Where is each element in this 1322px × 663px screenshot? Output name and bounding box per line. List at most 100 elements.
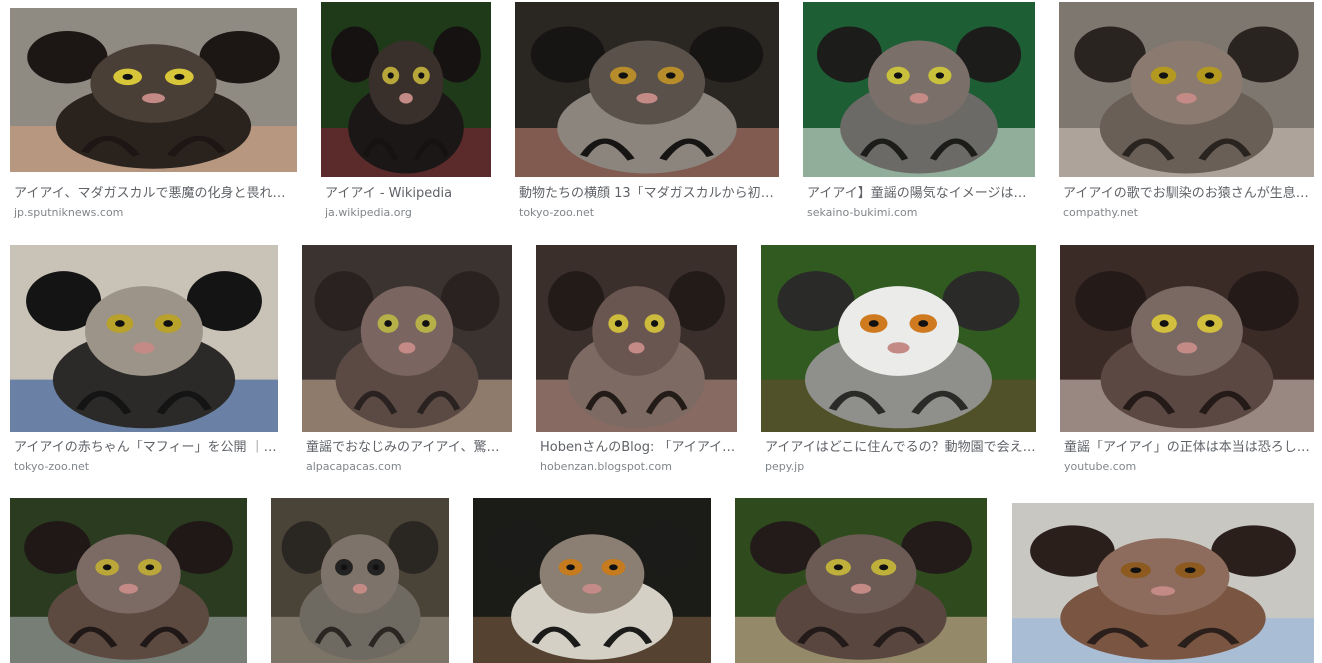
result-source[interactable]: compathy.net [1063, 206, 1314, 220]
animal-nose [628, 342, 645, 354]
animal-nose [399, 93, 413, 104]
animal-right-pupil [163, 320, 173, 327]
result-title[interactable]: アイアイの歌でお馴染のお猿さんが生息地… [1063, 186, 1314, 202]
result-tile[interactable] [10, 498, 247, 663]
result-tile[interactable]: 動物たちの横顔 13「マダガスカルから初来… tokyo-zoo.net [515, 2, 779, 222]
result-thumbnail[interactable] [1060, 245, 1314, 432]
result-tile[interactable]: アイアイ - Wikipedia ja.wikipedia.org [321, 2, 491, 222]
result-thumbnail[interactable] [803, 2, 1035, 177]
aye-aye-photo [1012, 503, 1314, 663]
result-thumbnail[interactable] [515, 2, 779, 177]
animal-left-pupil [387, 72, 394, 79]
result-title[interactable]: アイアイはどこに住んでるの？動物園で会え… [765, 440, 1036, 456]
animal-head [539, 534, 645, 614]
result-thumbnail[interactable] [761, 245, 1036, 432]
result-title[interactable]: アイアイの赤ちゃん「マフィー」を公開 ｜ … [14, 440, 278, 456]
animal-left-pupil [1159, 320, 1169, 327]
animal-left-pupil [1158, 72, 1169, 79]
result-tile[interactable]: アイアイ】童謡の陽気なイメージは間… sekaino-bukimi.com [803, 2, 1035, 222]
result-tile[interactable] [1012, 503, 1314, 663]
result-title[interactable]: 童謡でおなじみのアイアイ、驚愕… [306, 440, 512, 456]
result-tile[interactable]: HobenさんのBlog: 「アイアイお… hobenzan.blogspot.… [536, 245, 737, 475]
result-source[interactable]: pepy.jp [765, 460, 1036, 474]
aye-aye-photo [271, 498, 449, 663]
animal-head [320, 534, 400, 614]
result-tile[interactable]: 童謡でおなじみのアイアイ、驚愕… alpacapacas.com [302, 245, 512, 475]
animal-right-pupil [1204, 72, 1215, 79]
result-source[interactable]: jp.sputniknews.com [14, 206, 297, 220]
animal-right-pupil [1184, 567, 1196, 574]
result-tile[interactable]: 童謡「アイアイ」の正体は本当は恐ろしい… youtube.com [1060, 245, 1314, 475]
animal-head [592, 286, 681, 376]
result-thumbnail[interactable] [473, 498, 711, 663]
result-thumbnail[interactable] [1012, 503, 1314, 663]
result-source[interactable]: tokyo-zoo.net [14, 460, 278, 474]
result-source[interactable]: youtube.com [1064, 460, 1314, 474]
animal-right-pupil [174, 73, 185, 80]
animal-head [1131, 286, 1243, 376]
animal-head [1096, 538, 1230, 615]
animal-head [368, 40, 444, 125]
aye-aye-photo [761, 245, 1036, 432]
result-tile[interactable] [271, 498, 449, 663]
result-source[interactable]: alpacapacas.com [306, 460, 512, 474]
result-thumbnail[interactable] [735, 498, 987, 663]
result-thumbnail[interactable] [10, 8, 297, 172]
aye-aye-photo [735, 498, 987, 663]
aye-aye-photo [10, 245, 278, 432]
result-tile[interactable]: アイアイの歌でお馴染のお猿さんが生息地… compathy.net [1059, 2, 1314, 222]
animal-right-pupil [1205, 320, 1215, 327]
animal-head [360, 286, 454, 376]
result-thumbnail[interactable] [271, 498, 449, 663]
aye-aye-photo [1060, 245, 1314, 432]
result-title[interactable]: アイアイ - Wikipedia [325, 186, 491, 202]
result-thumbnail[interactable] [10, 245, 278, 432]
animal-right-pupil [666, 72, 676, 79]
result-tile[interactable] [473, 498, 711, 663]
animal-nose [909, 93, 929, 104]
result-title[interactable]: アイアイ】童謡の陽気なイメージは間… [807, 186, 1035, 202]
animal-nose [1150, 586, 1176, 596]
animal-nose [636, 93, 658, 104]
result-source[interactable]: hobenzan.blogspot.com [540, 460, 737, 474]
animal-left-pupil [384, 320, 392, 327]
result-title[interactable]: 童謡「アイアイ」の正体は本当は恐ろしい… [1064, 440, 1314, 456]
animal-nose [582, 583, 602, 594]
animal-right-pupil [609, 564, 618, 571]
animal-right-pupil [422, 320, 430, 327]
animal-nose [119, 583, 138, 594]
aye-aye-photo [515, 2, 779, 177]
animal-right-pupil [935, 72, 945, 79]
animal-head [838, 286, 959, 376]
result-tile[interactable] [735, 498, 987, 663]
result-thumbnail[interactable] [321, 2, 491, 177]
result-source[interactable]: tokyo-zoo.net [519, 206, 779, 220]
result-title[interactable]: HobenさんのBlog: 「アイアイお… [540, 440, 737, 456]
aye-aye-photo [321, 2, 491, 177]
animal-right-pupil [145, 564, 155, 571]
result-thumbnail[interactable] [536, 245, 737, 432]
result-tile[interactable]: アイアイ、マダガスカルで悪魔の化身と畏れら… jp.sputniknews.co… [10, 8, 297, 222]
aye-aye-photo [10, 498, 247, 663]
animal-right-pupil [879, 564, 889, 571]
result-thumbnail[interactable] [10, 498, 247, 663]
result-thumbnail[interactable] [302, 245, 512, 432]
animal-right-pupil [372, 564, 380, 571]
aye-aye-photo [473, 498, 711, 663]
animal-left-pupil [340, 564, 348, 571]
animal-nose [1176, 93, 1197, 104]
aye-aye-photo [536, 245, 737, 432]
animal-left-pupil [102, 564, 112, 571]
animal-nose [1176, 342, 1198, 354]
animal-left-pupil [618, 72, 628, 79]
animal-head [85, 286, 203, 376]
result-title[interactable]: 動物たちの横顔 13「マダガスカルから初来… [519, 186, 779, 202]
result-thumbnail[interactable] [1059, 2, 1314, 177]
result-tile[interactable]: アイアイはどこに住んでるの？動物園で会え… pepy.jp [761, 245, 1036, 475]
result-source[interactable]: sekaino-bukimi.com [807, 206, 1035, 220]
result-tile[interactable]: アイアイの赤ちゃん「マフィー」を公開 ｜ … tokyo-zoo.net [10, 245, 278, 475]
animal-head [90, 44, 217, 123]
result-title[interactable]: アイアイ、マダガスカルで悪魔の化身と畏れら… [14, 186, 297, 202]
animal-right-pupil [650, 320, 659, 327]
result-source[interactable]: ja.wikipedia.org [325, 206, 491, 220]
